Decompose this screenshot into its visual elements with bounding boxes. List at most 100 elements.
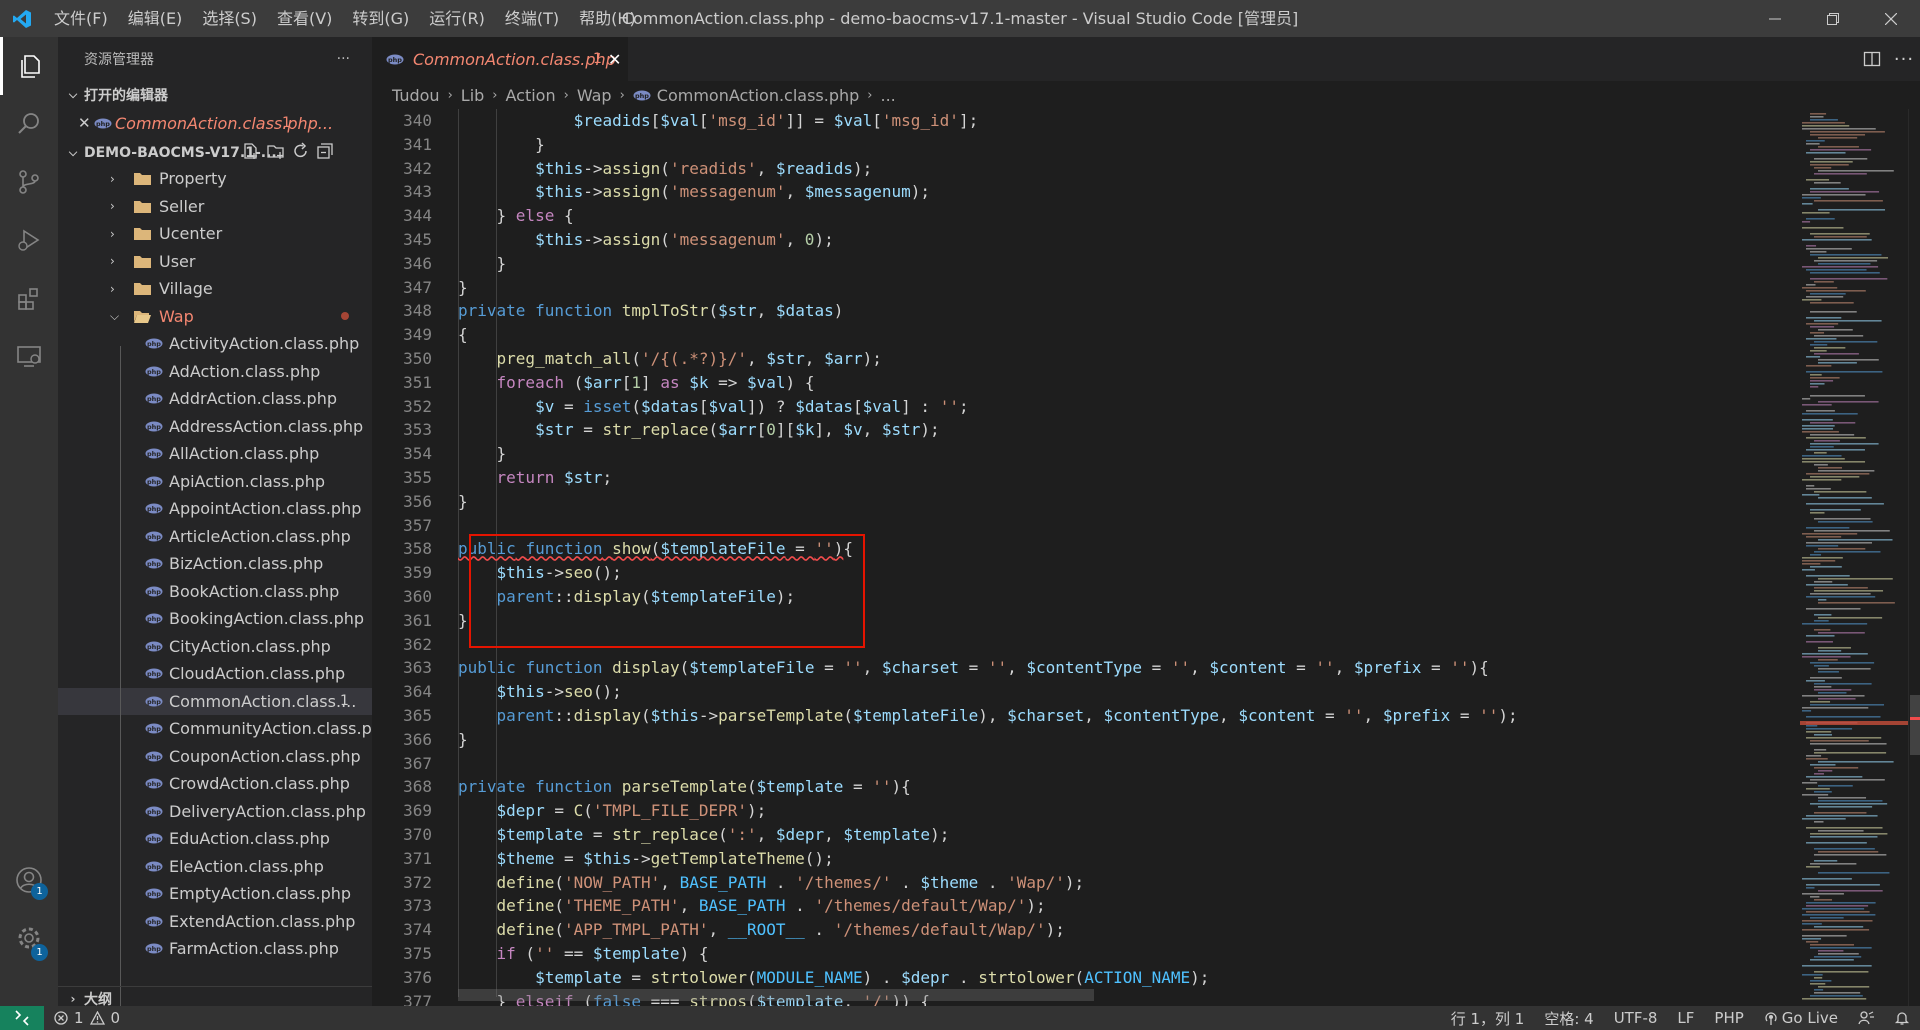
minimap-line (1802, 893, 1844, 895)
menu-go[interactable]: 转到(G) (342, 0, 419, 37)
chevron-down-icon: ⌵ (68, 146, 78, 159)
breadcrumb-item[interactable]: Action (506, 86, 556, 105)
code-editor[interactable]: 340 341 342 343 344 345 346 347 348 349 350 351 352 3… (372, 109, 1920, 1006)
tree-file-label: AddressAction.class.php (169, 416, 364, 436)
tree-file[interactable]: php BookAction.class.php (58, 578, 372, 606)
menu-edit[interactable]: 编辑(E) (118, 0, 193, 37)
tree-folder-ucenter[interactable]: › Ucenter (58, 220, 372, 248)
tree-file[interactable]: php FarmAction.class.php (58, 935, 372, 963)
breadcrumb-item[interactable]: CommonAction.class.php (657, 86, 860, 105)
tree-folder-user[interactable]: › User (58, 248, 372, 276)
tree-file[interactable]: php EduAction.class.php (58, 825, 372, 853)
chevron-down-icon: ⌵ (68, 88, 78, 101)
tree-file[interactable]: php AddressAction.class.php (58, 413, 372, 441)
minimize-button[interactable] (1746, 0, 1804, 37)
split-editor-icon[interactable] (1856, 50, 1888, 68)
tree-file[interactable]: php AppointAction.class.php (58, 495, 372, 523)
tree-file[interactable]: php CityAction.class.php (58, 633, 372, 661)
run-debug-icon[interactable] (0, 211, 58, 269)
tree-folder-seller[interactable]: › Seller (58, 193, 372, 221)
tab-commonaction[interactable]: php CommonAction.class.php 1 ✕ (372, 37, 628, 81)
settings-gear-icon[interactable]: 1 (0, 909, 58, 967)
language-mode[interactable]: PHP (1704, 1009, 1753, 1027)
line-number: 346 (403, 253, 432, 273)
tree-file[interactable]: php DeliveryAction.class.php (58, 798, 372, 826)
tree-folder-property[interactable]: › Property (58, 165, 372, 193)
sidebar-header: 资源管理器 ··· (58, 37, 372, 81)
minimap-line (1802, 266, 1879, 268)
minimap-line (1810, 743, 1887, 745)
tree-file[interactable]: php AdAction.class.php (58, 358, 372, 386)
tree-file[interactable]: php BizAction.class.php (58, 550, 372, 578)
end-of-line[interactable]: LF (1667, 1009, 1704, 1027)
menu-file[interactable]: 文件(F) (44, 0, 118, 37)
open-editor-item[interactable]: ✕ php CommonAction.class.php... 1 (58, 109, 372, 137)
tree-file[interactable]: php CrowdAction.class.php (58, 770, 372, 798)
menu-run[interactable]: 运行(R) (419, 0, 495, 37)
go-live-button[interactable]: Go Live (1754, 1009, 1848, 1027)
more-actions-button[interactable]: ··· (337, 51, 350, 67)
tree-folder-village[interactable]: › Village (58, 275, 372, 303)
tree-file[interactable]: php ArticleAction.class.php (58, 523, 372, 551)
new-file-icon[interactable] (242, 142, 260, 164)
breadcrumb-item[interactable]: Wap (577, 86, 612, 105)
tab-close-icon[interactable]: ✕ (608, 50, 621, 69)
menu-selection[interactable]: 选择(S) (192, 0, 267, 37)
tree-file[interactable]: php EleAction.class.php (58, 853, 372, 881)
vertical-scrollbar[interactable] (1908, 109, 1920, 1006)
collapse-all-icon[interactable] (316, 142, 334, 164)
tab-label: CommonAction.class.php (413, 49, 616, 69)
tree-file[interactable]: php ApiAction.class.php (58, 468, 372, 496)
restore-button[interactable] (1804, 0, 1862, 37)
close-window-button[interactable] (1862, 0, 1920, 37)
indentation[interactable]: 空格: 4 (1534, 1008, 1603, 1029)
code-line: preg_match_all('/{(.*?)}/', $str, $arr); (496, 349, 882, 368)
cursor-position[interactable]: 行 1，列 1 (1441, 1008, 1535, 1029)
horizontal-scrollbar[interactable] (458, 989, 1094, 1001)
tree-file[interactable]: php AllAction.class.php (58, 440, 372, 468)
breadcrumb-item[interactable]: ... (881, 86, 896, 105)
menu-help[interactable]: 帮助(H) (569, 0, 646, 37)
tree-file[interactable]: php ExtendAction.class.php (58, 908, 372, 936)
refresh-icon[interactable] (292, 142, 310, 164)
tree-file[interactable]: php ActivityAction.class.php (58, 330, 372, 358)
tree-file[interactable]: php CloudAction.class.php (58, 660, 372, 688)
problems-indicator[interactable]: 1 0 (54, 1009, 120, 1027)
open-folder-icon (134, 310, 151, 323)
minimap[interactable] (1800, 109, 1908, 1006)
remote-indicator-icon[interactable] (0, 1006, 44, 1030)
explorer-icon[interactable] (0, 37, 58, 95)
tree-file[interactable]: php CommonAction.class.... 1 (58, 687, 372, 715)
notifications-bell-icon[interactable] (1884, 1010, 1920, 1026)
extensions-icon[interactable] (0, 269, 58, 327)
accounts-icon[interactable]: 1 (0, 851, 58, 909)
tree-file[interactable]: php EmptyAction.class.php (58, 880, 372, 908)
tree-folder-wap[interactable]: ⌵ Wap (58, 303, 372, 331)
feedback-icon[interactable] (1848, 1010, 1884, 1026)
source-control-icon[interactable] (0, 153, 58, 211)
minimap-line (1802, 818, 1846, 820)
workspace-section[interactable]: ⌵ DEMO-BAOCMS-V17.1-... (58, 139, 372, 167)
svg-text:php: php (147, 945, 161, 953)
tree-file[interactable]: php CommunityAction.class.php (58, 715, 372, 743)
tree-file[interactable]: php CouponAction.class.php (58, 743, 372, 771)
svg-text:php: php (147, 533, 161, 541)
menu-view[interactable]: 查看(V) (267, 0, 342, 37)
tree-file[interactable]: php BookingAction.class.php (58, 605, 372, 633)
search-icon[interactable] (0, 95, 58, 153)
breadcrumb-item[interactable]: Tudou (392, 86, 440, 105)
minimap-line (1806, 245, 1817, 247)
line-number: 358 (403, 539, 432, 559)
outline-section[interactable]: › 大纲 (58, 986, 372, 1006)
minimap-line (1814, 590, 1884, 592)
more-actions-icon[interactable]: ··· (1888, 49, 1920, 70)
new-folder-icon[interactable] (267, 142, 285, 164)
breadcrumb-item[interactable]: Lib (461, 86, 485, 105)
encoding[interactable]: UTF-8 (1604, 1009, 1668, 1027)
remote-explorer-icon[interactable] (0, 327, 58, 385)
open-editors-section[interactable]: ⌵ 打开的编辑器 (58, 81, 372, 109)
tree-file[interactable]: php AddrAction.class.php (58, 385, 372, 413)
scrollbar-thumb[interactable] (1910, 695, 1920, 755)
close-editor-icon[interactable]: ✕ (78, 114, 91, 132)
menu-terminal[interactable]: 终端(T) (495, 0, 569, 37)
